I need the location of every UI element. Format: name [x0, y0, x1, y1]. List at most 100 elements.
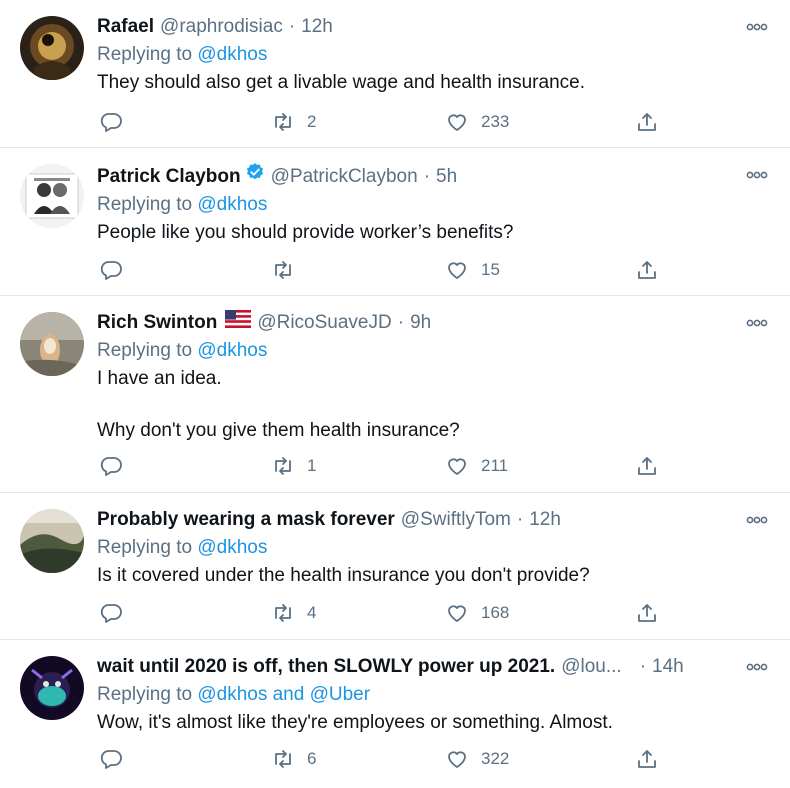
- reply-icon: [100, 113, 122, 132]
- mention-link[interactable]: @dkhos: [197, 340, 267, 361]
- avatar[interactable]: [20, 164, 84, 228]
- like-icon: [448, 114, 466, 131]
- separator: ·: [423, 166, 431, 187]
- display-name[interactable]: Rich Swinton: [97, 310, 217, 336]
- retweet-icon: [275, 457, 291, 475]
- reply-icon: [100, 604, 122, 623]
- avatar[interactable]: [20, 509, 84, 573]
- replying-to-label: Replying to: [97, 194, 198, 215]
- us-flag-icon: [225, 310, 252, 328]
- replying-to: Replying to @dkhos: [97, 338, 730, 364]
- user-handle[interactable]: @raphrodisiac: [160, 14, 283, 40]
- like-icon: [448, 262, 466, 279]
- share-icon: [638, 604, 656, 622]
- retweet-icon: [275, 604, 291, 622]
- like-count: 322: [481, 749, 510, 768]
- reply-button[interactable]: [99, 110, 123, 134]
- mention-link[interactable]: @dkhos and @Uber: [197, 684, 370, 705]
- display-name[interactable]: Rafael: [97, 14, 154, 40]
- tweet-text: Wow, it's almost like they're employees …: [97, 712, 613, 733]
- timestamp[interactable]: 14h: [652, 654, 684, 680]
- tweet[interactable]: Rafael @raphrodisiac · 12h Replying to @…: [0, 0, 790, 148]
- timestamp[interactable]: 12h: [529, 507, 561, 533]
- share-button[interactable]: [635, 747, 659, 771]
- timestamp[interactable]: 9h: [410, 310, 431, 336]
- replying-to-label: Replying to: [97, 340, 198, 361]
- share-button[interactable]: [635, 454, 659, 478]
- replying-to-label: Replying to: [97, 684, 198, 705]
- like-button[interactable]: 15: [445, 258, 500, 282]
- more-icon[interactable]: [746, 515, 768, 525]
- like-button[interactable]: 233: [445, 110, 509, 134]
- tweet[interactable]: wait until 2020 is off, then SLOWLY powe…: [0, 640, 790, 788]
- reply-button[interactable]: [99, 601, 123, 625]
- tweet-text: Is it covered under the health insurance…: [97, 565, 590, 586]
- retweet-count: 1: [307, 456, 317, 475]
- replying-to-label: Replying to: [97, 537, 198, 558]
- more-icon[interactable]: [746, 662, 768, 672]
- reply-button[interactable]: [99, 747, 123, 771]
- tweet-text: They should also get a livable wage and …: [97, 72, 585, 93]
- retweet-count: 4: [307, 603, 317, 622]
- avatar[interactable]: [20, 16, 84, 80]
- like-icon: [448, 751, 466, 768]
- display-name[interactable]: Patrick Claybon: [97, 164, 241, 190]
- share-icon: [638, 457, 656, 475]
- display-name[interactable]: wait until 2020 is off, then SLOWLY powe…: [97, 654, 555, 680]
- like-button[interactable]: 322: [445, 747, 509, 771]
- like-button[interactable]: 168: [445, 601, 509, 625]
- separator: ·: [397, 312, 405, 333]
- user-handle[interactable]: @PatrickClaybon: [271, 164, 418, 190]
- avatar[interactable]: [20, 312, 84, 376]
- retweet-button[interactable]: [271, 258, 307, 282]
- tweet[interactable]: Probably wearing a mask forever @Swiftly…: [0, 493, 790, 640]
- display-name[interactable]: Probably wearing a mask forever: [97, 507, 395, 533]
- reply-button[interactable]: [99, 454, 123, 478]
- retweet-button[interactable]: 4: [271, 601, 316, 625]
- more-icon[interactable]: [746, 318, 768, 328]
- user-handle[interactable]: @SwiftlyTom: [401, 507, 511, 533]
- timestamp[interactable]: 12h: [301, 14, 333, 40]
- share-icon: [638, 113, 656, 131]
- replying-to: Replying to @dkhos and @Uber: [97, 682, 744, 708]
- mention-link[interactable]: @dkhos: [197, 44, 267, 65]
- retweet-count: 2: [307, 112, 317, 131]
- retweet-button[interactable]: 2: [271, 110, 316, 134]
- tweet[interactable]: Rich Swinton @RicoSuaveJD · 9h Replying …: [0, 296, 790, 493]
- share-button[interactable]: [635, 601, 659, 625]
- tweet-text: I have an idea. Why don't you give them …: [97, 368, 460, 441]
- more-icon[interactable]: [746, 22, 768, 32]
- like-count: 168: [481, 603, 510, 622]
- reply-icon: [100, 750, 122, 769]
- timestamp[interactable]: 5h: [436, 164, 457, 190]
- replying-to-label: Replying to: [97, 44, 198, 65]
- user-handle[interactable]: @lou...: [561, 654, 621, 680]
- retweet-button[interactable]: 1: [271, 454, 316, 478]
- verified-badge-icon: [246, 163, 263, 180]
- reply-button[interactable]: [99, 258, 123, 282]
- avatar[interactable]: [20, 656, 84, 720]
- like-button[interactable]: 211: [445, 454, 508, 478]
- like-count: 233: [481, 112, 510, 131]
- replying-to: Replying to @dkhos: [97, 42, 730, 68]
- share-icon: [638, 750, 656, 768]
- like-count: 15: [481, 260, 500, 279]
- retweet-icon: [275, 113, 291, 131]
- retweet-icon: [275, 750, 291, 768]
- replying-to: Replying to @dkhos: [97, 192, 730, 218]
- like-icon: [448, 605, 466, 622]
- replying-to: Replying to @dkhos: [97, 535, 730, 561]
- mention-link[interactable]: @dkhos: [197, 537, 267, 558]
- mention-link[interactable]: @dkhos: [197, 194, 267, 215]
- more-icon[interactable]: [746, 170, 768, 180]
- reply-icon: [100, 457, 122, 476]
- like-icon: [448, 458, 466, 475]
- user-handle[interactable]: @RicoSuaveJD: [257, 310, 391, 336]
- reply-icon: [100, 261, 122, 280]
- tweet[interactable]: Patrick Claybon @PatrickClaybon · 5h Rep…: [0, 148, 790, 296]
- share-button[interactable]: [635, 110, 659, 134]
- retweet-button[interactable]: 6: [271, 747, 316, 771]
- share-button[interactable]: [635, 258, 659, 282]
- tweet-text: People like you should provide worker’s …: [97, 222, 514, 243]
- retweet-icon: [275, 261, 291, 279]
